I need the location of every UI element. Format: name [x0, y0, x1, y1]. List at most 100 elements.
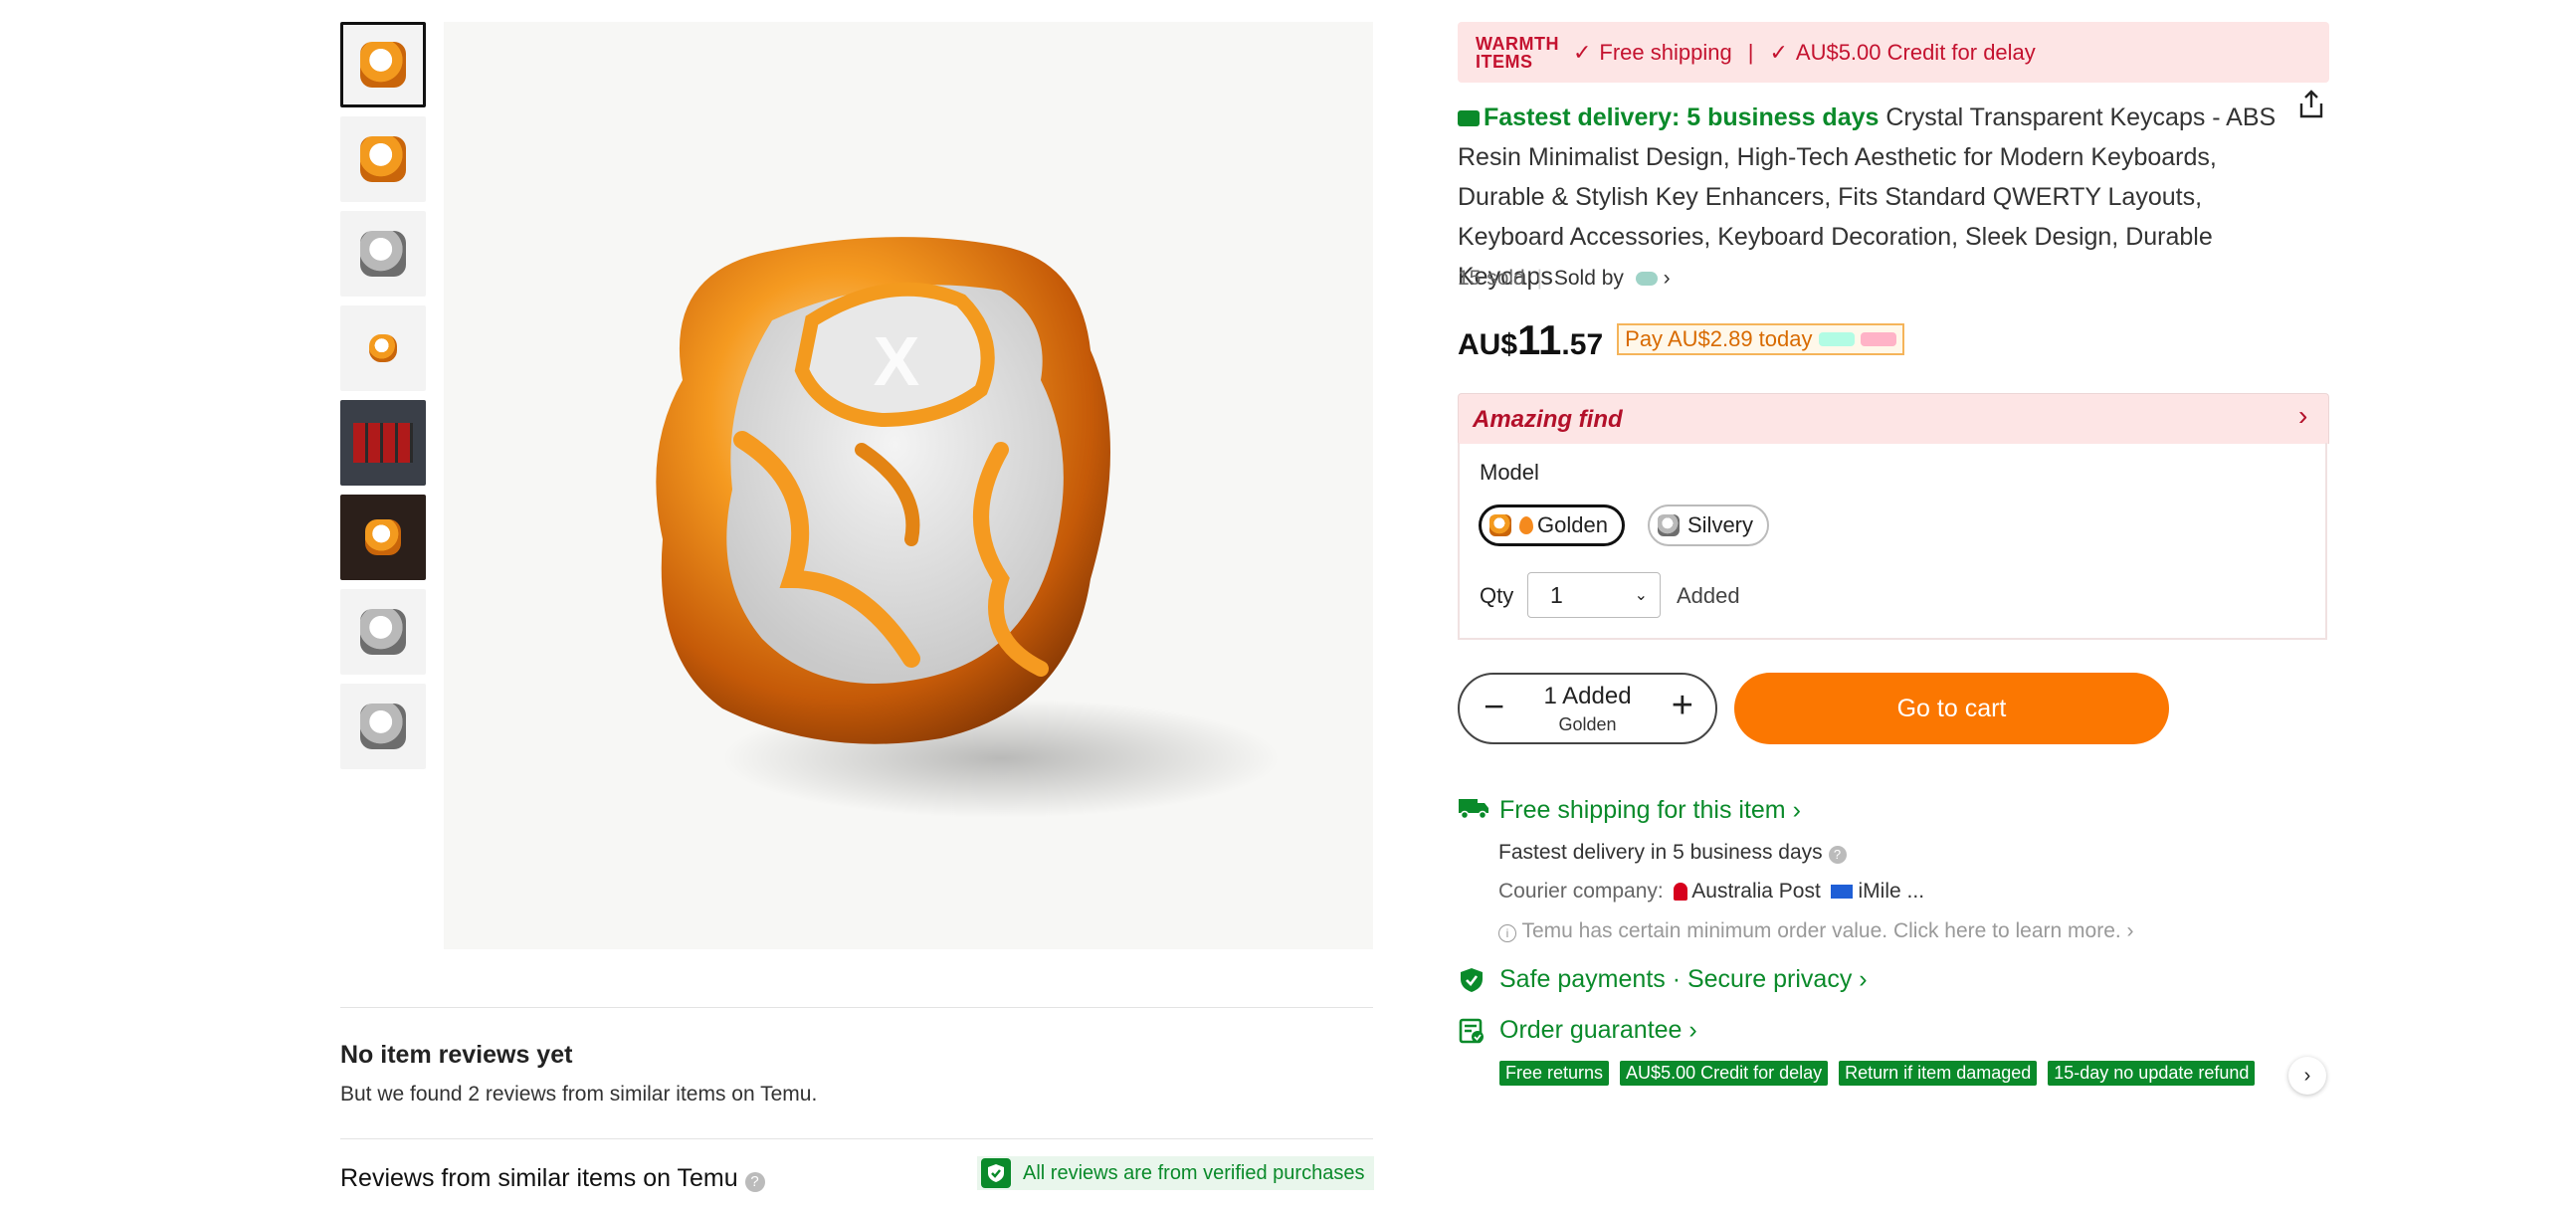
thumbnail-image	[353, 423, 413, 463]
price-currency: AU$	[1458, 328, 1518, 361]
thumbnail-5[interactable]	[340, 400, 426, 486]
free-shipping-label: Free shipping	[1599, 39, 1732, 65]
thumbnail-image	[360, 42, 406, 88]
promo-banner: WARMTH ITEMS ✓ Free shipping | ✓ AU$5.00 …	[1458, 22, 2329, 83]
check-icon: ✓	[1769, 39, 1788, 65]
qty-label: Qty	[1480, 583, 1514, 608]
australia-post-icon	[1673, 883, 1687, 902]
credit-label: AU$5.00 Credit for delay	[1795, 39, 2036, 65]
order-guarantee-label: Order guarantee	[1499, 1016, 1683, 1044]
minimum-order-link[interactable]: i Temu has certain minimum order value. …	[1498, 919, 2134, 943]
guarantee-tag: AU$5.00 Credit for delay	[1620, 1061, 1829, 1086]
thumbnail-image	[360, 704, 406, 749]
guarantee-tags: Free returns AU$5.00 Credit for delay Re…	[1499, 1061, 2256, 1086]
thumbnail-2[interactable]	[340, 116, 426, 202]
klarna-icon	[1860, 332, 1896, 346]
added-label: Added	[1677, 583, 1740, 608]
amazing-find-label: Amazing find	[1473, 406, 1623, 433]
pay-today-label: Pay AU$2.89 today	[1625, 326, 1813, 351]
chevron-right-icon: ›	[1688, 1016, 1697, 1044]
thumbnail-7[interactable]	[340, 589, 426, 675]
free-shipping-link[interactable]: Free shipping for this item ›	[1499, 796, 1801, 825]
thumbnail-image	[360, 231, 406, 277]
qty-value: 1	[1550, 581, 1563, 608]
help-icon[interactable]: ?	[744, 1172, 765, 1192]
thumbnail-image	[360, 609, 406, 655]
truck-icon	[1458, 796, 1489, 820]
model-option-silvery[interactable]: Silvery	[1648, 504, 1770, 546]
no-reviews-title: No item reviews yet	[340, 1041, 573, 1069]
thumbnail-4[interactable]	[340, 305, 426, 391]
verified-label: All reviews are from verified purchases	[1023, 1161, 1365, 1184]
similar-reviews-heading: Reviews from similar items on Temu ?	[340, 1164, 765, 1193]
courier-row: Courier company: Australia Post iMile ..…	[1498, 880, 1924, 904]
plus-icon[interactable]: +	[1672, 687, 1693, 724]
flame-icon	[1519, 516, 1533, 534]
model-label: Model	[1480, 460, 1539, 485]
pay-later-badge[interactable]: Pay AU$2.89 today	[1617, 323, 1904, 355]
price: AU$ 11 .57 Pay AU$2.89 today	[1458, 316, 1904, 364]
seller-avatar[interactable]	[1635, 272, 1658, 287]
similar-reviews-label: Reviews from similar items on Temu	[340, 1164, 738, 1192]
price-decimal: .57	[1561, 328, 1604, 361]
chevron-right-icon[interactable]: ›	[1664, 267, 1671, 290]
qty-select[interactable]: 1 ⌄	[1527, 572, 1661, 618]
divider	[340, 1007, 1373, 1008]
sold-count: 15 sold	[1458, 267, 1525, 290]
thumbnail-image	[360, 136, 406, 182]
chevron-down-icon: ⌄	[1634, 587, 1648, 604]
thumbnail-1[interactable]	[340, 22, 426, 107]
go-to-cart-button[interactable]: Go to cart	[1734, 673, 2169, 744]
truncated-top-text	[587, 0, 1065, 4]
courier-label: Courier company:	[1498, 880, 1664, 903]
truck-icon	[1458, 110, 1480, 127]
sold-by-label: Sold by	[1553, 267, 1624, 290]
svg-text:X: X	[874, 322, 920, 400]
fastest-delivery-row: Fastest delivery in 5 business days ?	[1498, 841, 1847, 865]
product-title-text: Crystal Transparent Keycaps - ABS Resin …	[1458, 103, 2277, 291]
share-icon[interactable]	[2298, 90, 2324, 119]
thumbnail-image	[365, 519, 401, 555]
model-option-label: Silvery	[1687, 512, 1754, 537]
fastest-delivery-text: Fastest delivery in 5 business days	[1498, 841, 1823, 864]
model-option-label: Golden	[1537, 512, 1608, 537]
chevron-right-icon[interactable]: ›	[2298, 400, 2307, 432]
golden-swatch	[1489, 514, 1511, 536]
courier-australia-post: Australia Post	[1691, 880, 1821, 903]
courier-imile: iMile ...	[1858, 880, 1925, 903]
help-icon[interactable]: ?	[1828, 846, 1847, 864]
chevron-right-icon[interactable]: ›	[2288, 1057, 2326, 1095]
thumbnail-8[interactable]	[340, 684, 426, 769]
separator: |	[1747, 39, 1754, 65]
thumbnail-3[interactable]	[340, 211, 426, 297]
guarantee-tag: 15-day no update refund	[2048, 1061, 2256, 1086]
verified-purchases-badge: All reviews are from verified purchases	[977, 1156, 1375, 1190]
minimum-order-text: Temu has certain minimum order value. Cl…	[1521, 919, 2121, 942]
check-icon: ✓	[1572, 39, 1592, 65]
separator: |	[1536, 267, 1543, 290]
imile-icon	[1830, 885, 1853, 900]
order-guarantee-link[interactable]: Order guarantee ›	[1499, 1016, 1697, 1045]
cart-quantity-stepper: − 1 Added Golden +	[1458, 673, 1717, 744]
chevron-right-icon: ›	[1859, 965, 1868, 993]
safe-payments-label: Safe payments · Secure privacy	[1499, 965, 1853, 993]
fastest-delivery-label: Fastest delivery: 5 business days	[1484, 103, 1880, 131]
shield-check-icon	[1459, 967, 1485, 993]
free-shipping-title: Free shipping for this item	[1499, 796, 1786, 824]
afterpay-icon	[1818, 332, 1855, 346]
chevron-right-icon: ›	[2126, 919, 2134, 942]
thumbnail-image	[369, 334, 397, 362]
warmth-items-logo: WARMTH ITEMS	[1476, 33, 1559, 72]
sold-info: 15 sold | Sold by ›	[1458, 267, 1671, 291]
chevron-right-icon: ›	[1792, 796, 1801, 824]
thumbnail-list	[340, 22, 428, 778]
divider	[340, 1138, 1373, 1139]
safe-payments-link[interactable]: Safe payments · Secure privacy ›	[1499, 965, 1868, 994]
guarantee-icon	[1459, 1018, 1485, 1044]
similar-reviews-note: But we found 2 reviews from similar item…	[340, 1083, 818, 1106]
model-option-golden[interactable]: Golden	[1479, 504, 1625, 546]
thumbnail-6[interactable]	[340, 495, 426, 580]
main-product-image[interactable]: X	[444, 22, 1373, 949]
info-icon: i	[1498, 924, 1516, 942]
price-integer: 11	[1517, 316, 1562, 363]
